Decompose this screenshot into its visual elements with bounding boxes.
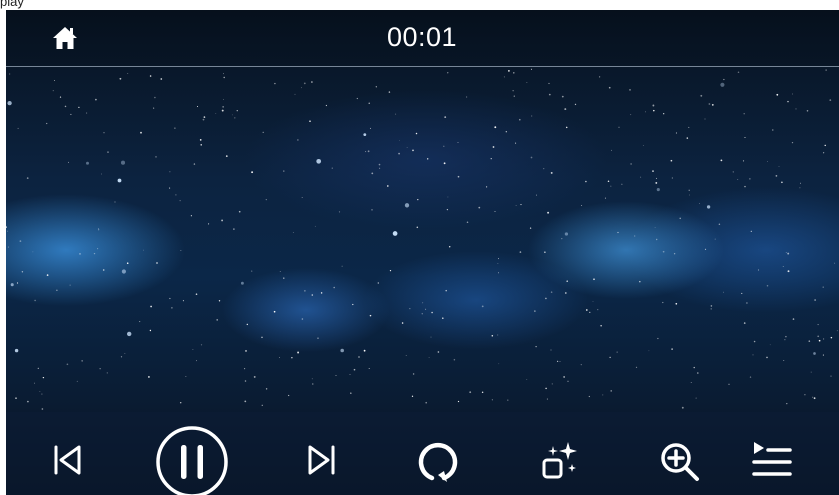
top-bar: 00:01 [6, 10, 839, 66]
pause-button[interactable] [155, 425, 229, 495]
repeat-button[interactable] [414, 438, 462, 486]
sparkle-icon [542, 442, 577, 479]
effects-button[interactable] [538, 438, 582, 482]
next-button[interactable] [303, 442, 339, 478]
home-button[interactable] [51, 24, 79, 52]
skip-next-icon [308, 445, 335, 475]
zoom-button[interactable] [658, 440, 702, 484]
pause-icon [156, 426, 228, 495]
playlist-icon [752, 442, 792, 476]
playback-control-bar [6, 412, 839, 495]
playback-time: 00:01 [386, 22, 458, 52]
top-divider [6, 66, 839, 67]
previous-button[interactable] [50, 442, 86, 478]
home-icon [53, 27, 77, 49]
skip-previous-icon [54, 445, 81, 475]
video-player-screen[interactable]: 00:01 [6, 10, 839, 495]
repeat-icon [418, 442, 458, 482]
playlist-button[interactable] [750, 438, 794, 482]
zoom-in-icon [661, 443, 699, 481]
window-title: play [0, 0, 24, 9]
